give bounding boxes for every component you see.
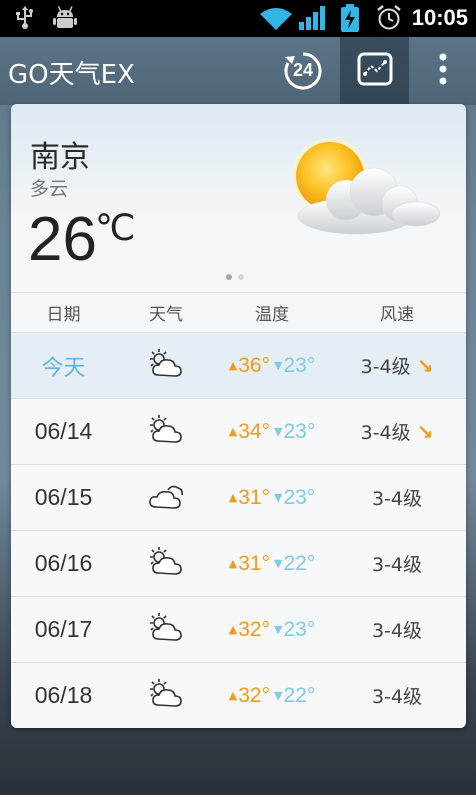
low-temp: 22°	[283, 683, 316, 707]
low-temp: 23°	[283, 485, 316, 509]
low-temp: 23°	[283, 353, 316, 377]
action-bar: GO天气EX 24	[0, 37, 476, 105]
low-arrow-icon: ▼	[274, 491, 283, 504]
android-debug-icon	[52, 6, 78, 34]
high-temp: 32°	[238, 617, 270, 641]
page-dot	[238, 274, 244, 280]
high-temp: 34°	[238, 419, 270, 443]
high-temp: 32°	[238, 683, 270, 707]
page-dot	[226, 274, 232, 280]
current-weather-panel[interactable]: 南京 多云 26 ℃	[11, 104, 466, 292]
header-date: 日期	[46, 305, 81, 325]
forecast-date: 06/16	[34, 550, 93, 576]
low-arrow-icon: ▼	[274, 623, 283, 636]
header-weather: 天气	[149, 305, 183, 325]
weather-card: 南京 多云 26 ℃ 日期 天气 温度 风速 今天 ▲ 36° ▼ 23° 3-…	[11, 104, 466, 728]
status-clock: 10:05	[411, 5, 468, 30]
page-indicator	[226, 274, 244, 280]
high-arrow-icon: ▲	[228, 623, 238, 636]
forecast-row[interactable]: 06/15 ▲ 31° ▼ 23° 3-4级	[11, 465, 466, 531]
high-arrow-icon: ▲	[228, 359, 238, 372]
wind-speed: 3-4级	[360, 422, 411, 444]
forecast-row[interactable]: 06/18 ▲ 32° ▼ 22° 3-4级	[11, 663, 466, 728]
partly-cloudy-icon	[146, 612, 186, 648]
forecast-date: 06/15	[34, 484, 93, 510]
forecast-row[interactable]: 06/16 ▲ 31° ▼ 22° 3-4级	[11, 531, 466, 597]
wind-direction-icon: ↘	[416, 353, 434, 378]
app-title: GO天气EX	[8, 60, 135, 90]
high-temp: 31°	[238, 485, 270, 509]
partly-cloudy-icon	[146, 546, 186, 582]
low-arrow-icon: ▼	[274, 425, 283, 438]
usb-icon	[14, 6, 36, 34]
temperature-unit: ℃	[95, 208, 136, 249]
forecast-date: 今天	[41, 355, 86, 381]
partly-cloudy-icon	[146, 678, 186, 714]
low-temp: 22°	[283, 551, 316, 575]
weather-condition: 多云	[30, 178, 69, 200]
wifi-icon	[260, 8, 292, 34]
battery-charging-icon	[341, 4, 359, 36]
wind-speed: 3-4级	[360, 356, 411, 378]
sun-cloud-icon	[286, 134, 456, 248]
partly-cloudy-icon	[146, 348, 186, 384]
wind-direction-icon: ↘	[416, 419, 434, 444]
forecast-header: 日期 天气 温度 风速	[11, 292, 466, 333]
forecast-date: 06/18	[34, 682, 93, 708]
low-temp: 23°	[283, 617, 316, 641]
trend-chart-icon	[357, 52, 393, 90]
alarm-icon	[376, 5, 402, 35]
forecast-date: 06/14	[34, 418, 93, 444]
high-temp: 31°	[238, 551, 270, 575]
refresh-24h-icon: 24	[283, 51, 323, 91]
refresh-badge: 24	[292, 60, 314, 80]
wind-speed: 3-4级	[371, 488, 423, 510]
low-temp: 23°	[283, 419, 316, 443]
current-temperature: 26	[28, 205, 97, 274]
city-name: 南京	[30, 140, 90, 175]
trend-chart-button[interactable]	[340, 37, 409, 105]
header-temperature: 温度	[255, 305, 289, 325]
forecast-row[interactable]: 06/17 ▲ 32° ▼ 23° 3-4级	[11, 597, 466, 663]
partly-cloudy-icon	[146, 414, 186, 450]
forecast-row[interactable]: 今天 ▲ 36° ▼ 23° 3-4级 ↘	[11, 333, 466, 399]
overflow-menu-button[interactable]	[420, 37, 466, 105]
wind-speed: 3-4级	[371, 554, 423, 576]
wind-speed: 3-4级	[371, 686, 423, 708]
overflow-menu-icon	[439, 53, 447, 89]
wind-speed: 3-4级	[371, 620, 423, 642]
cloudy-icon	[146, 480, 186, 516]
status-bar: 10:05	[0, 0, 476, 37]
high-arrow-icon: ▲	[228, 557, 238, 570]
low-arrow-icon: ▼	[274, 689, 283, 702]
high-arrow-icon: ▲	[228, 425, 238, 438]
signal-icon	[299, 6, 327, 34]
high-temp: 36°	[238, 353, 270, 377]
high-arrow-icon: ▲	[228, 491, 238, 504]
low-arrow-icon: ▼	[274, 557, 283, 570]
low-arrow-icon: ▼	[274, 359, 283, 372]
header-wind: 风速	[380, 305, 414, 325]
forecast-row[interactable]: 06/14 ▲ 34° ▼ 23° 3-4级 ↘	[11, 399, 466, 465]
forecast-date: 06/17	[34, 616, 93, 642]
high-arrow-icon: ▲	[228, 689, 238, 702]
refresh-24h-button[interactable]: 24	[272, 37, 334, 105]
